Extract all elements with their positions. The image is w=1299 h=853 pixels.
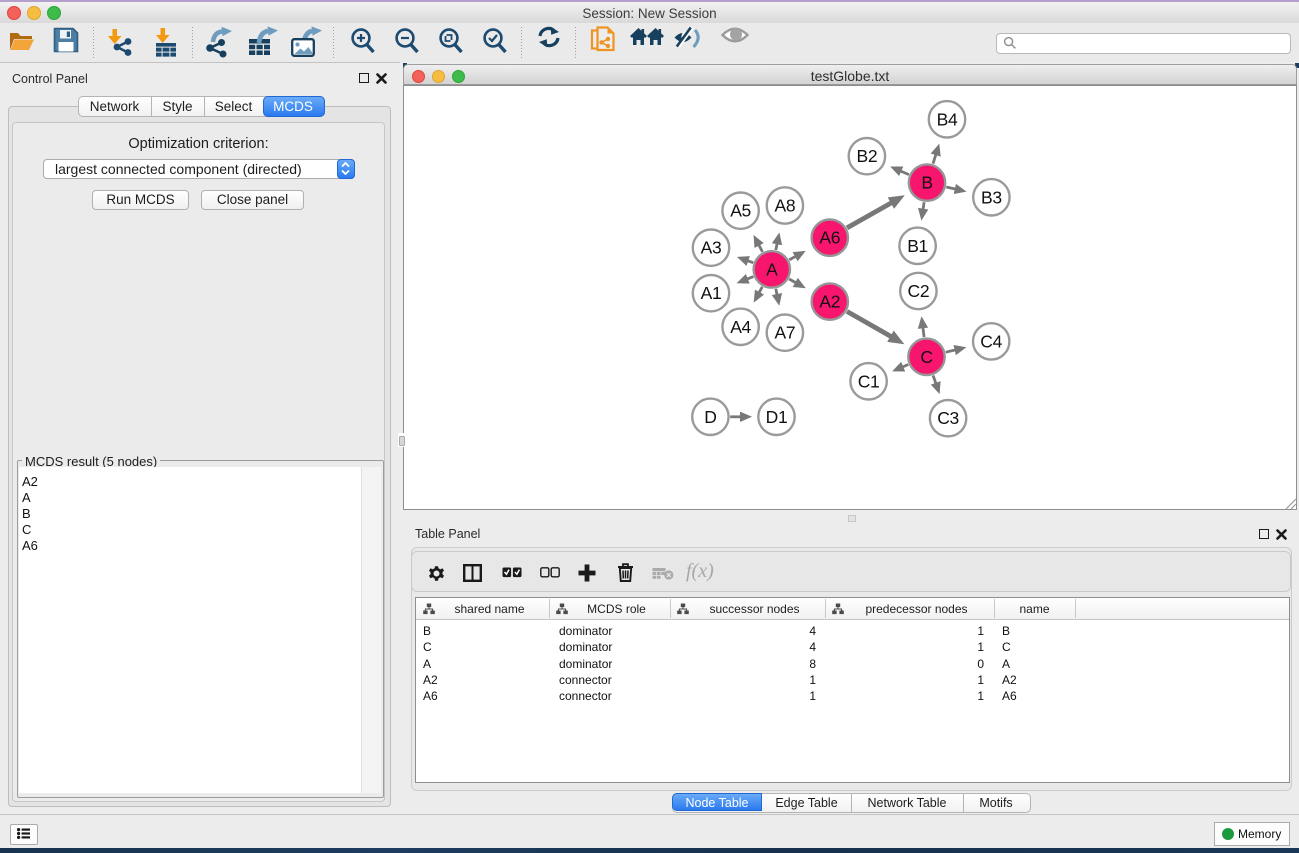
- svg-text:A3: A3: [701, 238, 722, 258]
- svg-text:C1: C1: [858, 371, 880, 391]
- svg-text:B: B: [921, 173, 932, 193]
- svg-text:B4: B4: [937, 109, 958, 129]
- svg-text:A5: A5: [730, 201, 751, 221]
- svg-text:B2: B2: [856, 146, 877, 166]
- svg-text:C2: C2: [908, 281, 930, 301]
- svg-text:A: A: [766, 259, 778, 279]
- svg-text:A1: A1: [701, 283, 722, 303]
- svg-text:A8: A8: [774, 196, 795, 216]
- svg-text:B3: B3: [981, 187, 1002, 207]
- svg-text:A4: A4: [730, 317, 751, 337]
- svg-text:C3: C3: [937, 408, 959, 428]
- svg-text:D: D: [704, 407, 716, 427]
- svg-text:C4: C4: [980, 331, 1002, 351]
- svg-text:D1: D1: [766, 407, 788, 427]
- svg-text:B1: B1: [907, 236, 928, 256]
- svg-text:A2: A2: [819, 292, 840, 312]
- svg-text:A6: A6: [819, 228, 840, 248]
- svg-text:A7: A7: [774, 323, 795, 343]
- svg-text:C: C: [920, 347, 932, 367]
